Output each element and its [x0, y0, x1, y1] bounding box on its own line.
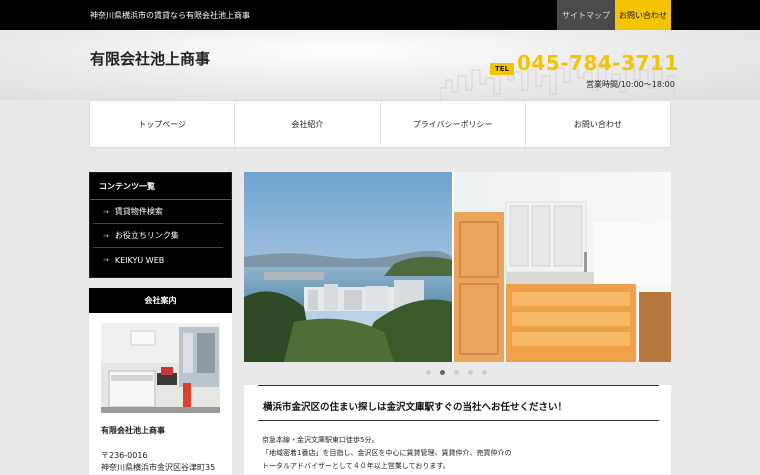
sidebar-link-label: お役立ちリンク集 [114, 231, 179, 240]
contents-title: コンテンツ一覧 [90, 173, 231, 200]
company-name: 有限会社池上商事 [101, 426, 165, 435]
sidebar-link-label: KEIKYU WEB [114, 255, 165, 265]
sidebar-link-label: 賃貸物件検索 [114, 207, 163, 216]
arrow-icon: → [103, 256, 109, 264]
arrow-icon: → [103, 231, 109, 240]
phone-number[interactable]: 045-784-3711 [517, 51, 679, 75]
intro-line: トータルアドバイザーとして４０年以上営業しております。 [262, 462, 450, 470]
nav-item-contact[interactable]: お問い合わせ [526, 101, 670, 147]
contents-menu: コンテンツ一覧 → 賃貸物件検索 → お役立ちリンク集 → KEIKYU WEB [89, 172, 232, 278]
company-logo-title[interactable]: 有限会社池上商事 [90, 48, 210, 69]
headline-rule-bottom [258, 420, 659, 421]
main-content: 横浜市金沢区の住まい探しは金沢文庫駅すぐの当社へお任せください！ 京急本線・金沢… [244, 385, 671, 475]
nav-item-top[interactable]: トップページ [90, 101, 236, 147]
business-hours: 営業時間/10:00～18:00 [586, 80, 675, 89]
intro-line: 京急本線・金沢文庫駅東口徒歩5分。 [262, 436, 379, 444]
slide-dot[interactable] [468, 370, 473, 375]
contact-link[interactable]: お問い合わせ [615, 0, 671, 30]
sidebar-link-keikyu-web[interactable]: → KEIKYU WEB [93, 248, 223, 272]
company-address: 神奈川県横浜市金沢区谷津町35 [101, 463, 216, 472]
sidebar-link-useful-links[interactable]: → お役立ちリンク集 [93, 224, 223, 248]
nav-item-privacy[interactable]: プライバシーポリシー [381, 101, 526, 147]
slide-indicator [426, 370, 487, 375]
slide-dot-active[interactable] [440, 370, 445, 375]
slide-dot[interactable] [482, 370, 487, 375]
global-nav: トップページ 会社紹介 プライバシーポリシー お問い合わせ [89, 100, 671, 148]
main-headline: 横浜市金沢区の住まい探しは金沢文庫駅すぐの当社へお任せください！ [263, 402, 568, 413]
nav-item-company[interactable]: 会社紹介 [235, 101, 381, 147]
sitemap-link[interactable]: サイトマップ [557, 0, 615, 30]
office-photo [101, 323, 220, 413]
top-bar: 神奈川県横浜市の賃貸なら有限会社池上商事 サイトマップ お問い合わせ [0, 0, 760, 30]
intro-line: 「地域密着1番店」を目指し、金沢区を中心に賃貸管理、賃貸仲介、売買仲介の [262, 449, 512, 457]
tel-badge: TEL [490, 63, 514, 75]
slide-dot[interactable] [426, 370, 431, 375]
postal-code: 〒236-0016 [101, 451, 148, 460]
slide-dot[interactable] [454, 370, 459, 375]
sidebar-link-rental-search[interactable]: → 賃貸物件検索 [93, 200, 223, 224]
hero-slideshow[interactable] [244, 172, 671, 362]
headline-rule-top [258, 385, 659, 386]
company-info-box: 会社案内 [89, 288, 232, 475]
company-info-title: 会社案内 [89, 288, 232, 313]
arrow-icon: → [103, 207, 109, 216]
site-tagline: 神奈川県横浜市の賃貸なら有限会社池上商事 [90, 11, 250, 20]
